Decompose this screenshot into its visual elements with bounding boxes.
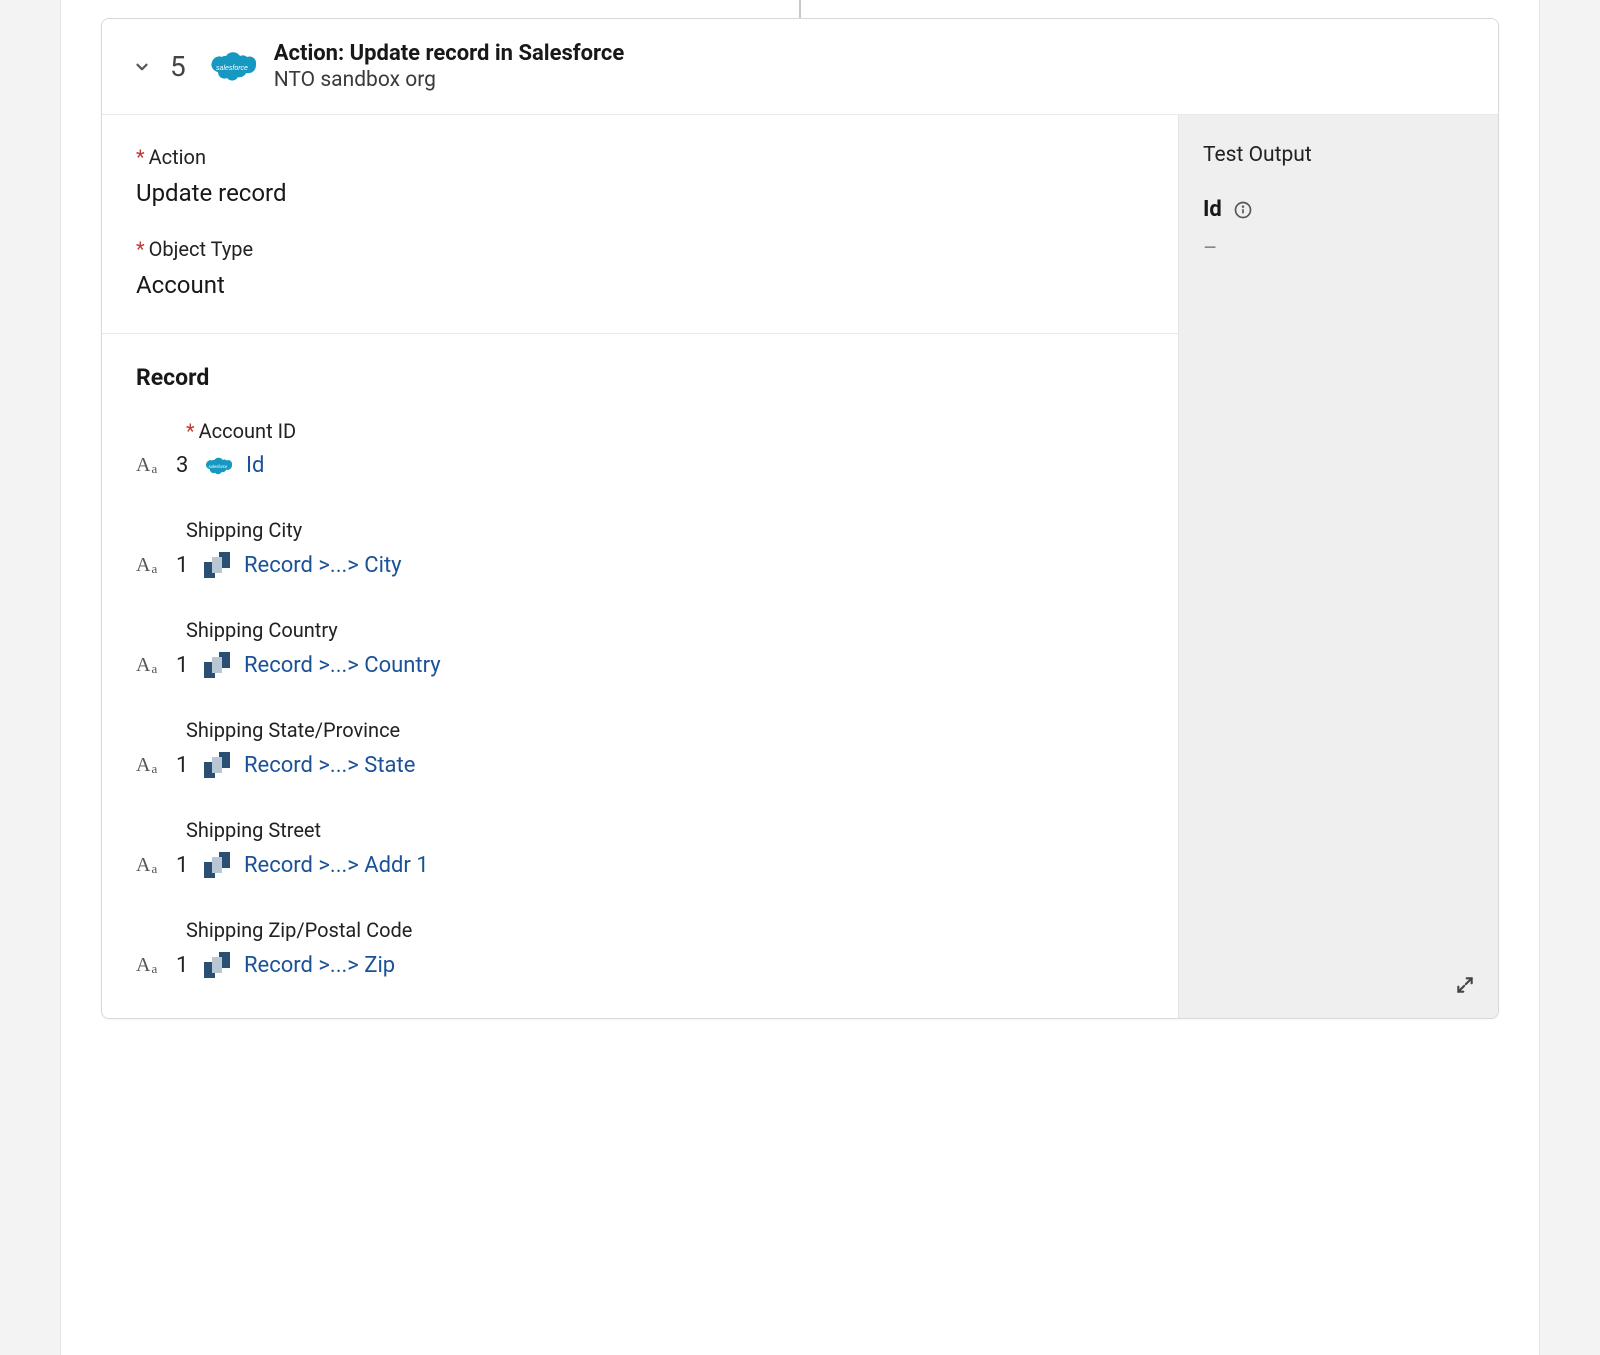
record-field-label: Shipping City <box>136 518 1144 542</box>
source-step-number: 1 <box>176 753 190 778</box>
output-id-label: Id <box>1203 197 1222 222</box>
netsuite-icon <box>204 852 230 878</box>
output-id-value: – <box>1203 236 1474 261</box>
record-field: Shipping State/Province Aa 1 Record >...> S… <box>136 718 1144 778</box>
netsuite-icon <box>204 652 230 678</box>
salesforce-icon: salesforce <box>204 456 232 476</box>
text-type-icon: Aa <box>136 654 162 677</box>
step-title: Action: Update record in Salesforce <box>274 41 625 66</box>
text-type-icon: Aa <box>136 954 162 977</box>
source-step-number: 1 <box>176 553 190 578</box>
record-field-label: Shipping Street <box>136 818 1144 842</box>
action-step-card: 5 salesforce Action: Update record in Sa… <box>101 18 1499 1019</box>
record-field-label: Shipping State/Province <box>136 718 1144 742</box>
source-step-number: 3 <box>176 453 190 478</box>
field-mapping-path[interactable]: Id <box>246 453 264 478</box>
record-field: Shipping Street Aa 1 Record >...> Addr 1 <box>136 818 1144 878</box>
netsuite-icon <box>204 752 230 778</box>
field-mapping-path[interactable]: Record >...> Addr 1 <box>244 853 429 878</box>
test-output-title: Test Output <box>1203 143 1474 167</box>
connector-line <box>799 0 801 18</box>
expand-icon[interactable] <box>1454 974 1476 996</box>
netsuite-icon <box>204 552 230 578</box>
source-step-number: 1 <box>176 953 190 978</box>
record-section-title: Record <box>136 364 1144 391</box>
text-type-icon: Aa <box>136 854 162 877</box>
action-label: *Action <box>136 145 1144 169</box>
netsuite-icon <box>204 952 230 978</box>
card-header[interactable]: 5 salesforce Action: Update record in Sa… <box>102 19 1498 115</box>
record-field: *Account ID Aa 3 salesforce Id <box>136 419 1144 478</box>
text-type-icon: Aa <box>136 454 162 477</box>
step-number: 5 <box>170 50 186 83</box>
record-field: Shipping Zip/Postal Code Aa 1 Record >...> … <box>136 918 1144 978</box>
action-value[interactable]: Update record <box>136 179 1144 207</box>
record-field-label: Shipping Zip/Postal Code <box>136 918 1144 942</box>
record-field-label: *Account ID <box>136 419 1144 443</box>
object-type-label: *Object Type <box>136 237 1144 261</box>
svg-text:salesforce: salesforce <box>216 65 248 72</box>
info-icon[interactable] <box>1232 199 1254 221</box>
record-field-label: Shipping Country <box>136 618 1144 642</box>
source-step-number: 1 <box>176 853 190 878</box>
step-subtitle: NTO sandbox org <box>274 68 625 92</box>
text-type-icon: Aa <box>136 754 162 777</box>
record-field: Shipping City Aa 1 Record >...> City <box>136 518 1144 578</box>
chevron-down-icon[interactable] <box>132 57 152 77</box>
test-output-panel: Test Output Id – <box>1178 115 1498 1018</box>
field-mapping-path[interactable]: Record >...> Zip <box>244 953 395 978</box>
text-type-icon: Aa <box>136 554 162 577</box>
field-mapping-path[interactable]: Record >...> Country <box>244 653 441 678</box>
salesforce-icon: salesforce <box>208 50 256 83</box>
svg-text:salesforce: salesforce <box>209 464 228 469</box>
source-step-number: 1 <box>176 653 190 678</box>
field-mapping-path[interactable]: Record >...> State <box>244 753 415 778</box>
field-mapping-path[interactable]: Record >...> City <box>244 553 402 578</box>
object-type-value[interactable]: Account <box>136 271 1144 299</box>
record-field: Shipping Country Aa 1 Record >...> Country <box>136 618 1144 678</box>
